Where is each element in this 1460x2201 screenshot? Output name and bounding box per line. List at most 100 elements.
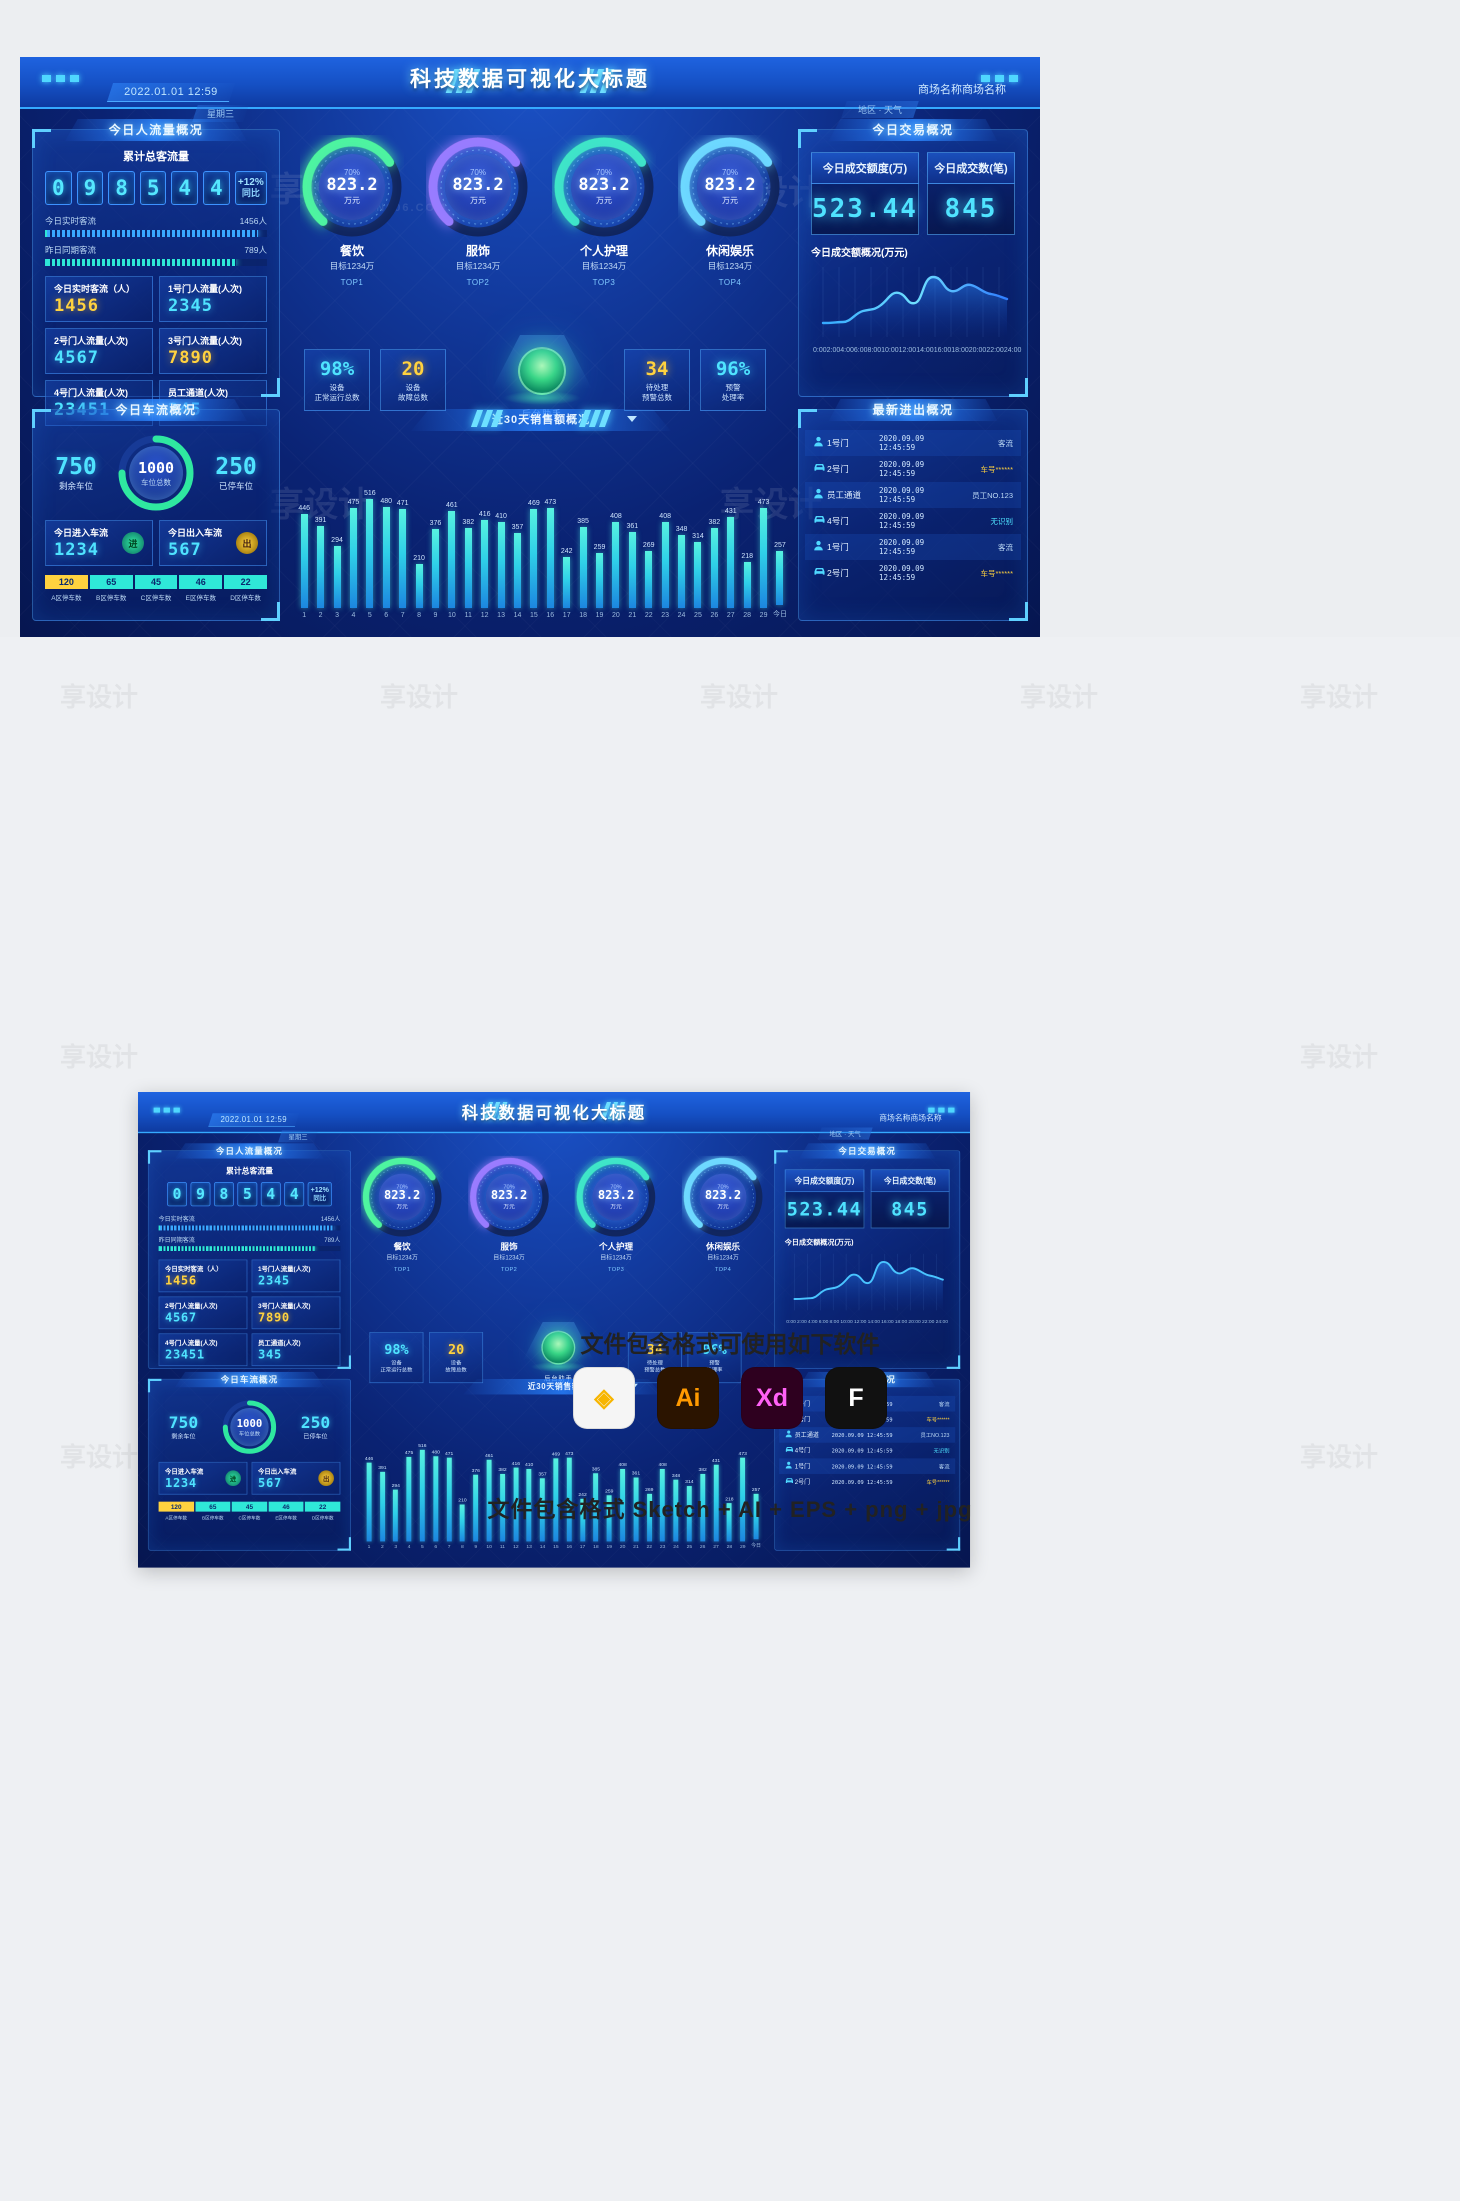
entry-row[interactable]: 2号门 2020.09.09 12:45:59 车号****** (805, 560, 1021, 586)
category-gauge[interactable]: 70% 823.2 万元 餐饮 目标1234万 TOP1 (292, 135, 412, 287)
weather-chip: 地区 · 天气 (817, 1127, 873, 1140)
parking-donut-center: 1000 车位总数 (129, 446, 183, 500)
gauge-rank: TOP4 (718, 278, 742, 287)
bar-shape (579, 526, 587, 608)
parking-remaining-value: 750 (55, 454, 97, 480)
kpi-value: 98% (319, 358, 355, 381)
bar-value: 210 (413, 554, 425, 562)
bar-column: 348 24 (673, 526, 689, 619)
bar-column: 416 12 (476, 511, 492, 619)
bar-column: 431 27 (723, 508, 739, 619)
bar-column: 480 6 (378, 498, 394, 619)
entry-row[interactable]: 4号门 2020.09.09 12:45:59 无识别 (805, 508, 1021, 534)
bar-label: 24 (673, 1544, 679, 1550)
bar-label: 25 (694, 612, 702, 619)
axis-tick: 2:00 (826, 347, 841, 354)
bar-shape (513, 532, 521, 608)
person-icon (813, 488, 827, 502)
transaction-metric: 今日成交数(笔) 845 (870, 1169, 950, 1229)
bar-label: 7 (400, 612, 405, 619)
sales-bar-chart: 446 1 391 2 294 3 475 4 516 5 480 6 471 7 210 8 376 9 461 1… (296, 439, 788, 619)
flow-progress-list: 今日实时客流 1456人 昨日同期客流 789人 (45, 215, 267, 266)
entry-row[interactable]: 2号门 2020.09.09 12:45:59 车号****** (779, 1474, 955, 1490)
entry-time: 2020.09.09 12:45:59 (831, 1431, 893, 1439)
odometer-digit: 4 (171, 171, 199, 205)
gauge-target: 目标1234万 (707, 261, 753, 271)
preview-section: 享设计 享设计 享设计 享设计 享设计 享设计 享设计 享设计 享设计 科技数据… (0, 637, 1460, 2201)
flow-progress-label: 昨日同期客流 (45, 245, 97, 255)
gauge-value: 823.2 (704, 1188, 742, 1203)
flow-panel-title: 今日人流量概况 (174, 1143, 325, 1159)
watermark-brand: 享设计 (1300, 1442, 1379, 1472)
category-gauge[interactable]: 70% 823.2 万元 休闲娱乐 目标1234万 TOP4 (680, 1156, 765, 1272)
bar-label: 2 (380, 1544, 384, 1550)
bar-value: 357 (511, 523, 524, 531)
gauge-unit: 万元 (596, 195, 612, 205)
entry-row[interactable]: 1号门 2020.09.09 12:45:59 客流 (805, 534, 1021, 560)
sales-chart-header[interactable]: 近30天销售额概况 (292, 409, 790, 431)
entry-row[interactable]: 1号门 2020.09.09 12:45:59 客流 (779, 1458, 956, 1474)
flow-stat-value: 2345 (168, 296, 213, 316)
odometer-digit: 4 (203, 171, 230, 205)
bar-value: 446 (298, 505, 311, 513)
entry-row[interactable]: 员工通道 2020.09.09 12:45:59 员工NO.123 (805, 482, 1021, 508)
bar-label: 29 (759, 612, 768, 619)
entry-status: 无识别 (990, 516, 1014, 526)
category-gauge[interactable]: 70% 823.2 万元 个人护理 目标1234万 TOP3 (573, 1156, 658, 1272)
gauge-rank: TOP1 (394, 1265, 411, 1273)
gauge-core: 70% 823.2 万元 (485, 1173, 533, 1221)
entry-row[interactable]: 1号门 2020.09.09 12:45:59 客流 (805, 430, 1021, 456)
entry-row[interactable]: 4号门 2020.09.09 12:45:59 无识别 (779, 1443, 955, 1459)
total-flow-label: 累计总客流量 (226, 1167, 273, 1176)
gauge-core: 70% 823.2 万元 (592, 1173, 640, 1221)
bar-label: 23 (661, 612, 670, 619)
parking-in-icon: 进 (225, 1470, 241, 1487)
gauge-unit: 万元 (610, 1203, 622, 1210)
category-gauge[interactable]: 70% 823.2 万元 餐饮 目标1234万 TOP1 (360, 1156, 445, 1272)
bar-value: 473 (544, 499, 557, 507)
chevron-down-icon[interactable] (627, 416, 637, 422)
flow-stat-value: 2345 (257, 1273, 290, 1288)
parking-overview-panel: 今日车流概况 750 剩余车位 1000 车位总数 250 已停车位 今日进入车… (32, 399, 280, 621)
flow-progress-row: 昨日同期客流 789人 (45, 244, 267, 266)
entry-time: 2020.09.09 12:45:59 (879, 460, 925, 478)
bar-column: 361 21 (624, 523, 640, 619)
flow-progress-row: 今日实时客流 1456人 (158, 1215, 341, 1231)
app-icon-figma: F (825, 1367, 887, 1429)
category-gauge[interactable]: 70% 823.2 万元 服饰 目标1234万 TOP2 (418, 135, 538, 287)
gauge-target: 目标1234万 (707, 1253, 739, 1261)
parking-remaining-label: 剩余车位 (58, 481, 93, 491)
flow-stat-value: 4567 (164, 1310, 197, 1325)
entries-list[interactable]: 1号门 2020.09.09 12:45:59 客流 2号门 2020.09.09 12… (805, 430, 1021, 586)
flow-overview-panel: 今日人流量概况 累计总客流量 0 9 8 5 4 4 +12% 同比 今日实时客流 1456人昨… (32, 119, 280, 426)
axis-tick: 22:00 (986, 347, 1004, 354)
entry-row[interactable]: 员工通道 2020.09.09 12:45:59 员工NO.123 (779, 1427, 956, 1443)
gauge-target: 目标1234万 (386, 1253, 418, 1261)
category-gauge[interactable]: 70% 823.2 万元 休闲娱乐 目标1234万 TOP4 (670, 135, 790, 287)
person-icon (813, 436, 827, 450)
kpi-value: 20 (401, 358, 425, 381)
bar-label: 11 (464, 612, 472, 619)
transaction-metric-value: 845 (870, 1192, 950, 1229)
entry-row[interactable]: 2号门 2020.09.09 12:45:59 车号****** (805, 456, 1021, 482)
bar-label: 13 (526, 1544, 532, 1550)
bar-value: 294 (391, 1482, 400, 1488)
bar-value: 391 (314, 516, 327, 524)
axis-tick: 16:00 (881, 1319, 894, 1325)
bar-shape (546, 508, 554, 608)
category-gauge[interactable]: 70% 823.2 万元 个人护理 目标1234万 TOP3 (544, 135, 664, 287)
gauge-rank: TOP4 (714, 1265, 732, 1273)
entry-status: 员工NO.123 (920, 1431, 950, 1439)
flow-stat-value: 1456 (164, 1273, 197, 1288)
total-flow-odometer: 0 9 8 5 4 4 +12% 同比 (45, 171, 267, 205)
flow-progress-bar (158, 1246, 341, 1252)
odometer-digit: 5 (237, 1182, 258, 1207)
orb-beam (492, 335, 592, 389)
bar-shape (661, 522, 669, 608)
bar-value: 382 (708, 518, 721, 526)
transaction-metric-label: 今日成交额度(万) (784, 1169, 864, 1193)
bar-label: 18 (593, 1544, 599, 1550)
transaction-chart-title: 今日成交额概况(万元) (811, 248, 908, 259)
category-gauge[interactable]: 70% 823.2 万元 服饰 目标1234万 TOP2 (466, 1156, 551, 1272)
bar-label: 9 (474, 1544, 478, 1550)
